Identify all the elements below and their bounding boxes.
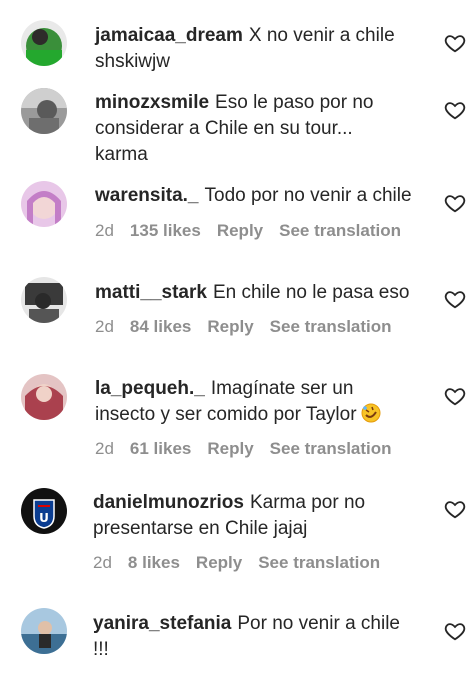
heart-outline-icon[interactable] [444, 620, 466, 642]
comment-username[interactable]: la_pequeh._ [95, 378, 205, 399]
comment-text-block: matti__stark En chile no le pasa eso [95, 280, 435, 306]
comment-text-block: minozxsmile Eso le paso por no considerar… [95, 90, 405, 168]
rolling-on-floor-laughing-emoji [361, 403, 381, 423]
comment-time: 2d [95, 439, 114, 458]
comment-time: 2d [95, 221, 114, 240]
comment-text-block: jamaicaa_dream X no venir a chile shskiwj… [95, 23, 425, 75]
avatar[interactable] [21, 277, 67, 323]
avatar[interactable] [21, 608, 67, 654]
see-translation-button[interactable]: See translation [258, 553, 380, 572]
comment-likes[interactable]: 61 likes [130, 439, 191, 458]
comment-time: 2d [95, 317, 114, 336]
comment-username[interactable]: jamaicaa_dream [95, 25, 243, 46]
heart-outline-icon[interactable] [444, 32, 466, 54]
comment-meta: 2d 61 likes Reply See translation [95, 439, 408, 459]
see-translation-button[interactable]: See translation [270, 439, 392, 458]
see-translation-button[interactable]: See translation [279, 221, 401, 240]
comment-meta: 2d 8 likes Reply See translation [93, 553, 396, 573]
comment-likes[interactable]: 84 likes [130, 317, 191, 336]
avatar[interactable]: U [21, 488, 67, 534]
avatar[interactable] [21, 20, 67, 66]
svg-text:U: U [39, 511, 49, 525]
comment-text: Todo por no venir a chile [204, 185, 412, 206]
heart-outline-icon[interactable] [444, 498, 466, 520]
avatar[interactable] [21, 181, 67, 227]
comment-username[interactable]: yanira_stefania [93, 613, 231, 634]
reply-button[interactable]: Reply [207, 317, 253, 336]
heart-outline-icon[interactable] [444, 192, 466, 214]
comment-text: En chile no le pasa eso [212, 282, 410, 303]
comment-text-block: warensita._ Todo por no venir a chile [95, 183, 435, 209]
reply-button[interactable]: Reply [196, 553, 242, 572]
comment-username[interactable]: warensita._ [95, 185, 199, 206]
comment-text-block: yanira_stefania Por no venir a chile !!! [93, 611, 413, 663]
see-translation-button[interactable]: See translation [270, 317, 392, 336]
heart-outline-icon[interactable] [444, 385, 466, 407]
comment-meta: 2d 135 likes Reply See translation [95, 221, 417, 241]
comment-likes[interactable]: 8 likes [128, 553, 180, 572]
comment-username[interactable]: matti__stark [95, 282, 207, 303]
comment-time: 2d [93, 553, 112, 572]
heart-outline-icon[interactable] [444, 99, 466, 121]
comment-text-block: danielmunozrios Karma por no presentarse … [93, 490, 413, 542]
avatar[interactable] [21, 88, 67, 134]
comment-username[interactable]: minozxsmile [95, 92, 209, 113]
comment-text-block: la_pequeh._ Imagínate ser un insecto y se… [95, 376, 405, 428]
comment-likes[interactable]: 135 likes [130, 221, 201, 240]
reply-button[interactable]: Reply [217, 221, 263, 240]
comment-meta: 2d 84 likes Reply See translation [95, 317, 408, 337]
reply-button[interactable]: Reply [207, 439, 253, 458]
avatar[interactable] [21, 374, 67, 420]
comment-username[interactable]: danielmunozrios [93, 492, 244, 513]
heart-outline-icon[interactable] [444, 288, 466, 310]
